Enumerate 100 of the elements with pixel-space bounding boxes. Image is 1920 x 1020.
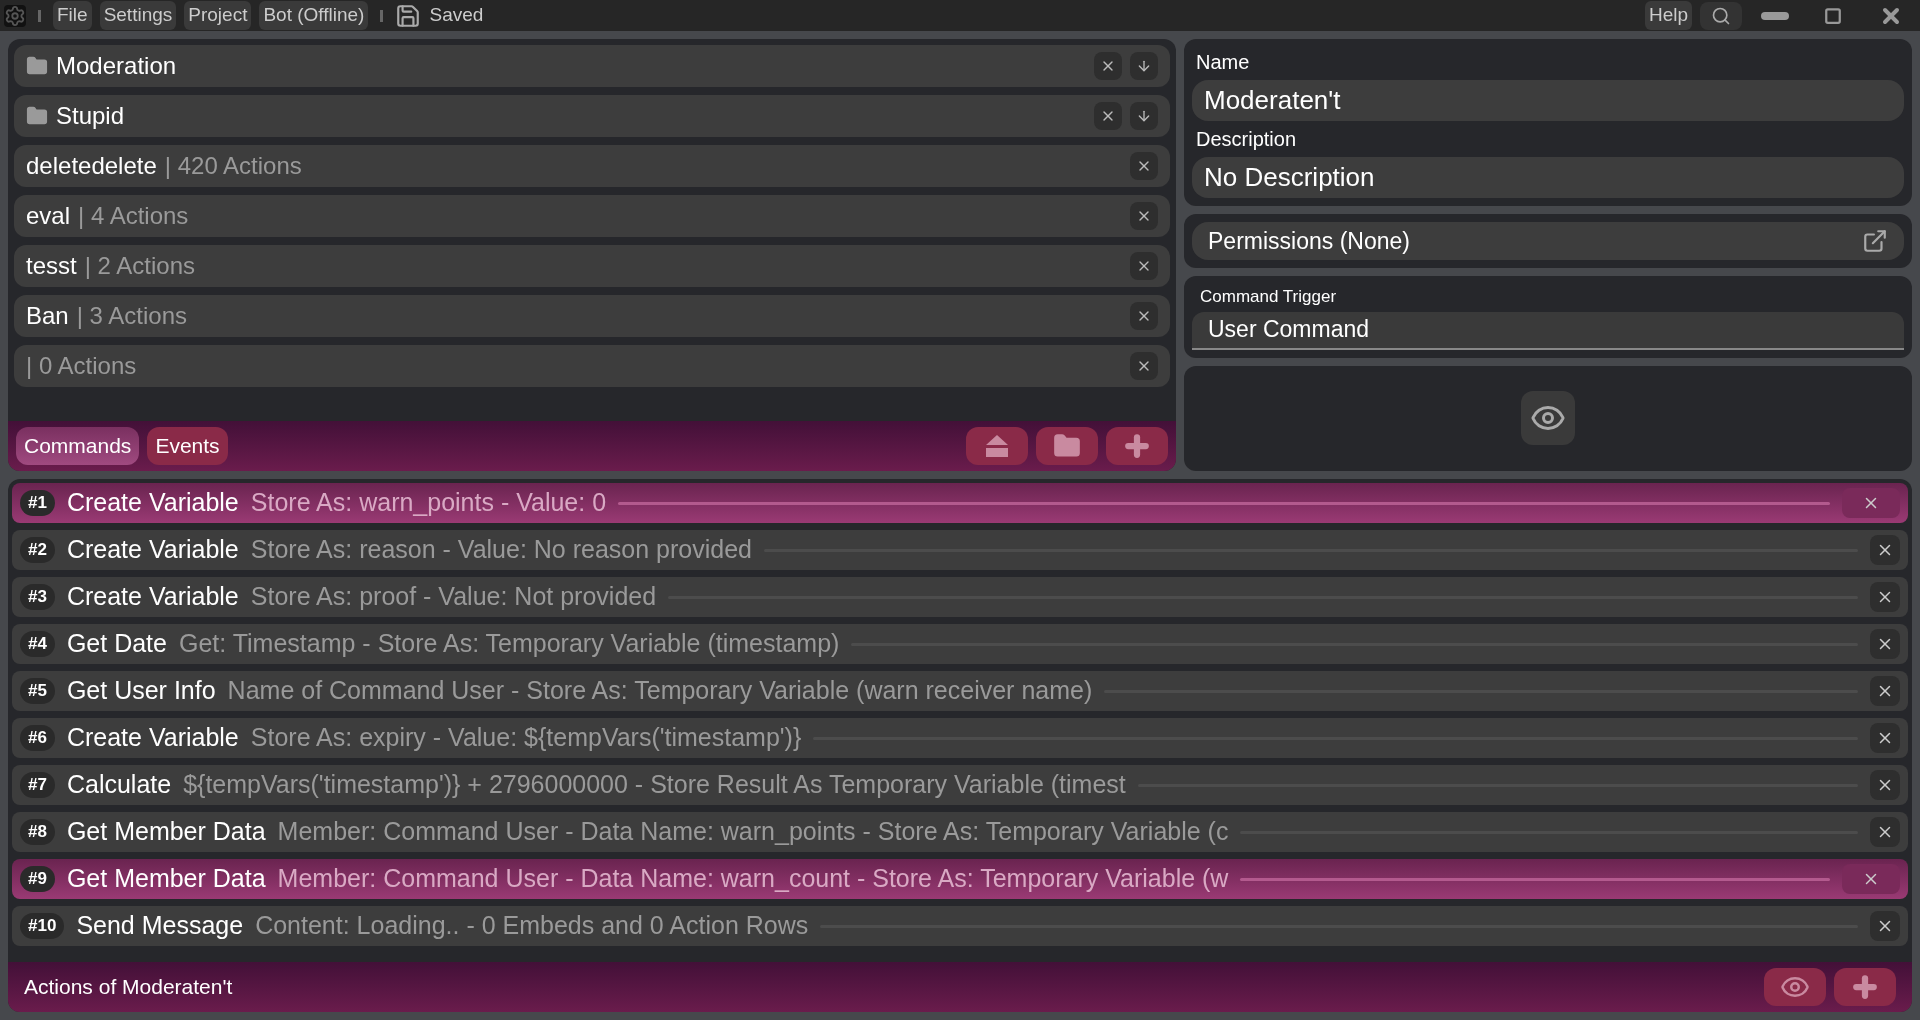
action-name: Calculate (66, 769, 172, 801)
new-folder-button[interactable] (1036, 427, 1098, 465)
command-name: tesst (26, 251, 77, 281)
action-item[interactable]: #9 Get Member Data Member: Command User - Data Name: warn_count - Store As: Temporary Variable (w (12, 859, 1908, 899)
action-count: | 2 Actions (84, 251, 195, 281)
preview-button[interactable] (1521, 391, 1575, 446)
action-item[interactable]: #8 Get Member Data Member: Command User - Data Name: warn_points - Store As: Temporary Variable (c (12, 812, 1908, 852)
add-button[interactable] (1106, 427, 1168, 465)
menu-item[interactable]: File (53, 1, 92, 30)
eject-button[interactable] (966, 427, 1028, 465)
name-field[interactable]: Moderaten't (1192, 80, 1904, 121)
action-name: Create Variable (66, 581, 239, 613)
actions-title: Actions of Moderaten't (24, 974, 233, 1001)
delete-button[interactable] (1094, 52, 1122, 80)
action-item[interactable]: #4 Get Date Get: Timestamp - Store As: Temporary Variable (timestamp) (12, 624, 1908, 664)
command-item[interactable]: eval | 4 Actions (14, 195, 1170, 237)
permissions-button[interactable]: Permissions (None) (1192, 222, 1904, 260)
action-item[interactable]: #3 Create Variable Store As: proof - Value: Not provided (12, 577, 1908, 617)
action-number: #1 (20, 490, 55, 516)
action-number: #6 (20, 725, 55, 751)
action-summary: Name of Command User - Store As: Temporary Variable (warn receiver name) (227, 675, 1093, 707)
external-link-icon (1862, 228, 1888, 254)
action-count: | 420 Actions (164, 151, 302, 181)
action-number: #3 (20, 584, 55, 610)
action-number: #10 (20, 913, 65, 939)
field-label: Description (1195, 127, 1298, 152)
save-icon (395, 2, 422, 29)
action-count: | 3 Actions (76, 301, 187, 331)
action-number: #4 (20, 631, 55, 657)
action-name: Get User Info (66, 675, 216, 707)
action-summary: Store As: expiry - Value: ${tempVars('timestamp')} (250, 722, 802, 754)
action-summary: Store As: reason - Value: No reason provided (250, 534, 752, 566)
action-name: Create Variable (66, 534, 239, 566)
folder-icon (26, 105, 48, 127)
delete-button[interactable] (1870, 582, 1900, 612)
move-down-button[interactable] (1130, 102, 1158, 130)
action-item[interactable]: #1 Create Variable Store As: warn_points - Value: 0 (12, 483, 1908, 523)
save-status: Saved (429, 3, 484, 28)
search-icon (1711, 5, 1731, 26)
action-name: Get Date (66, 628, 167, 660)
action-count: | 4 Actions (78, 201, 189, 231)
add-button[interactable] (1834, 968, 1896, 1006)
preview-button[interactable] (1764, 968, 1826, 1006)
action-number: #7 (20, 772, 55, 798)
action-name: Send Message (76, 910, 244, 942)
action-number: #2 (20, 537, 55, 563)
search-button[interactable] (1700, 1, 1742, 30)
trigger-dropdown[interactable]: User Command (1192, 311, 1904, 350)
action-summary: Content: Loading.. - 0 Embeds and 0 Action Rows (255, 910, 809, 942)
folder-icon (1053, 432, 1081, 460)
delete-button[interactable] (1870, 911, 1900, 941)
action-name: Get Member Data (66, 863, 266, 895)
command-name: Moderation (56, 51, 177, 81)
folder-item[interactable]: Stupid (14, 95, 1170, 137)
command-name: Stupid (56, 101, 125, 131)
action-name: Create Variable (66, 722, 239, 754)
command-item[interactable]: Ban | 3 Actions (14, 295, 1170, 337)
folder-item[interactable]: Moderation (14, 45, 1170, 87)
action-item[interactable]: #5 Get User Info Name of Command User - Store As: Temporary Variable (warn receiver name) (12, 671, 1908, 711)
menu-item[interactable]: Project (184, 1, 252, 30)
action-item[interactable]: #7 Calculate ${tempVars('timestamp')} + 2796000000 - Store Result As Temporary Variable (timest (12, 765, 1908, 805)
delete-button[interactable] (1130, 352, 1158, 380)
action-summary: Store As: warn_points - Value: 0 (250, 487, 607, 519)
action-number: #8 (20, 819, 55, 845)
action-item[interactable]: #6 Create Variable Store As: expiry - Value: ${tempVars('timestamp')} (12, 718, 1908, 758)
menu-item[interactable]: Bot (Offline) (259, 1, 369, 30)
delete-button[interactable] (1870, 723, 1900, 753)
delete-button[interactable] (1130, 202, 1158, 230)
field-label: Command Trigger (1199, 286, 1338, 308)
delete-button[interactable] (1094, 102, 1122, 130)
delete-button[interactable] (1870, 676, 1900, 706)
delete-button[interactable] (1870, 817, 1900, 847)
field-label: Name (1195, 50, 1251, 75)
delete-button[interactable] (1130, 302, 1158, 330)
delete-button[interactable] (1130, 252, 1158, 280)
delete-button[interactable] (1870, 770, 1900, 800)
delete-button[interactable] (1870, 629, 1900, 659)
action-item[interactable]: #10 Send Message Content: Loading.. - 0 Embeds and 0 Action Rows (12, 906, 1908, 946)
action-summary: Member: Command User - Data Name: warn_points - Store As: Temporary Variable (c (277, 816, 1229, 848)
action-item[interactable]: #2 Create Variable Store As: reason - Value: No reason provided (12, 530, 1908, 570)
command-name: eval (26, 201, 71, 231)
app-logo-icon (4, 4, 26, 27)
tab[interactable]: Commands (16, 427, 140, 465)
command-item[interactable]: tesst | 2 Actions (14, 245, 1170, 287)
move-down-button[interactable] (1130, 52, 1158, 80)
command-name: Ban (26, 301, 69, 331)
command-item[interactable]: | 0 Actions (14, 345, 1170, 387)
tab[interactable]: Events (147, 427, 228, 465)
folder-icon (26, 55, 48, 77)
help-button[interactable]: Help (1644, 1, 1692, 30)
action-name: Get Member Data (66, 816, 266, 848)
action-number: #5 (20, 678, 55, 704)
command-item[interactable]: deletedelete | 420 Actions (14, 145, 1170, 187)
delete-button[interactable] (1870, 535, 1900, 565)
delete-button[interactable] (1130, 152, 1158, 180)
action-name: Create Variable (66, 487, 239, 519)
description-field[interactable]: No Description (1192, 157, 1904, 198)
action-summary: Member: Command User - Data Name: warn_count - Store As: Temporary Variable (w (277, 863, 1229, 895)
action-summary: Store As: proof - Value: Not provided (250, 581, 657, 613)
menu-item[interactable]: Settings (99, 1, 177, 30)
